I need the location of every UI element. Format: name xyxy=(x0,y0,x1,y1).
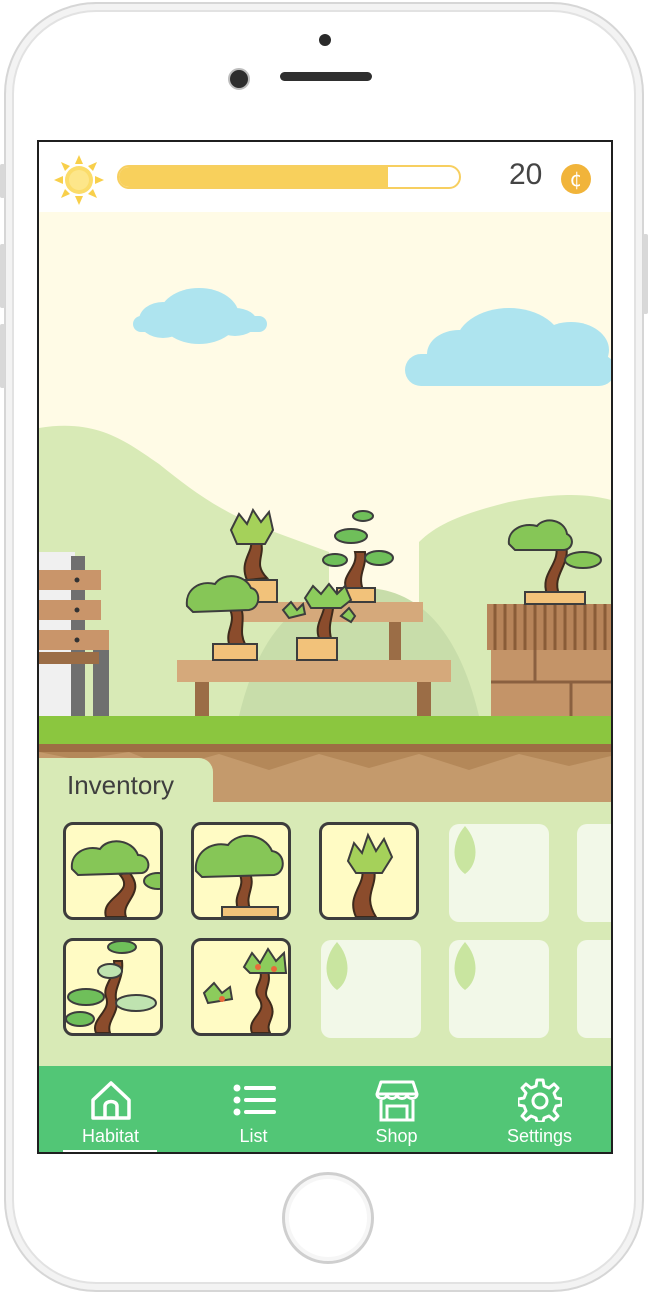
nav-list[interactable]: List xyxy=(182,1066,325,1152)
gear-icon xyxy=(517,1078,562,1122)
inventory-slot-7[interactable] xyxy=(191,938,291,1036)
inventory-slot-5[interactable] xyxy=(577,824,611,922)
inventory-slot-1[interactable] xyxy=(63,822,163,920)
nav-label-habitat: Habitat xyxy=(81,1126,140,1146)
earpiece-speaker xyxy=(280,72,372,81)
shop-icon xyxy=(375,1080,418,1122)
nav-settings[interactable]: Settings xyxy=(468,1066,611,1152)
volume-down-button xyxy=(0,324,5,388)
experience-progress-bar xyxy=(117,165,461,189)
nav-label-settings: Settings xyxy=(506,1126,573,1146)
nav-label-shop: Shop xyxy=(375,1126,418,1146)
home-button[interactable] xyxy=(282,1172,374,1264)
status-bar: 20 ¢ xyxy=(39,142,611,212)
inventory-slot-4[interactable] xyxy=(449,824,549,922)
leaf-icon xyxy=(454,942,476,990)
front-camera xyxy=(228,68,250,90)
bonsai-round-thumbnail xyxy=(194,835,284,917)
bottom-navigation: Habitat List Shop Settings xyxy=(39,1066,611,1152)
leaf-icon xyxy=(454,826,476,874)
habitat-scene xyxy=(39,212,611,824)
proximity-sensor xyxy=(319,34,331,46)
nav-habitat[interactable]: Habitat xyxy=(39,1066,182,1152)
active-tab-indicator xyxy=(63,1150,157,1152)
leaf-icon xyxy=(326,942,348,990)
nav-label-list: List xyxy=(239,1126,268,1146)
mute-switch xyxy=(0,164,5,198)
bonsai-fruit-thumbnail xyxy=(202,947,288,1033)
home-icon xyxy=(90,1081,131,1120)
inventory-panel xyxy=(39,802,611,1066)
inventory-slot-9[interactable] xyxy=(449,940,549,1038)
inventory-slot-10[interactable] xyxy=(577,940,611,1038)
sun-icon xyxy=(54,155,104,205)
inventory-slot-3[interactable] xyxy=(319,822,419,920)
bonsai-twist-thumbnail xyxy=(346,832,394,917)
coin-count: 20 xyxy=(509,158,543,191)
list-icon xyxy=(233,1084,276,1116)
volume-up-button xyxy=(0,244,5,308)
experience-progress-fill xyxy=(119,167,388,187)
inventory-slot-8[interactable] xyxy=(321,940,421,1038)
inventory-slot-2[interactable] xyxy=(191,822,291,920)
power-button xyxy=(643,234,648,314)
bonsai-pine-thumbnail xyxy=(66,941,157,1033)
nav-shop[interactable]: Shop xyxy=(325,1066,468,1152)
inventory-title: Inventory xyxy=(67,770,174,800)
inventory-slot-6[interactable] xyxy=(63,938,163,1036)
app-screen: 20 ¢ Inventory Habitat List Shop Setting… xyxy=(37,140,613,1154)
bonsai-cloud-thumbnail xyxy=(70,840,160,917)
coin-icon: ¢ xyxy=(561,164,591,194)
